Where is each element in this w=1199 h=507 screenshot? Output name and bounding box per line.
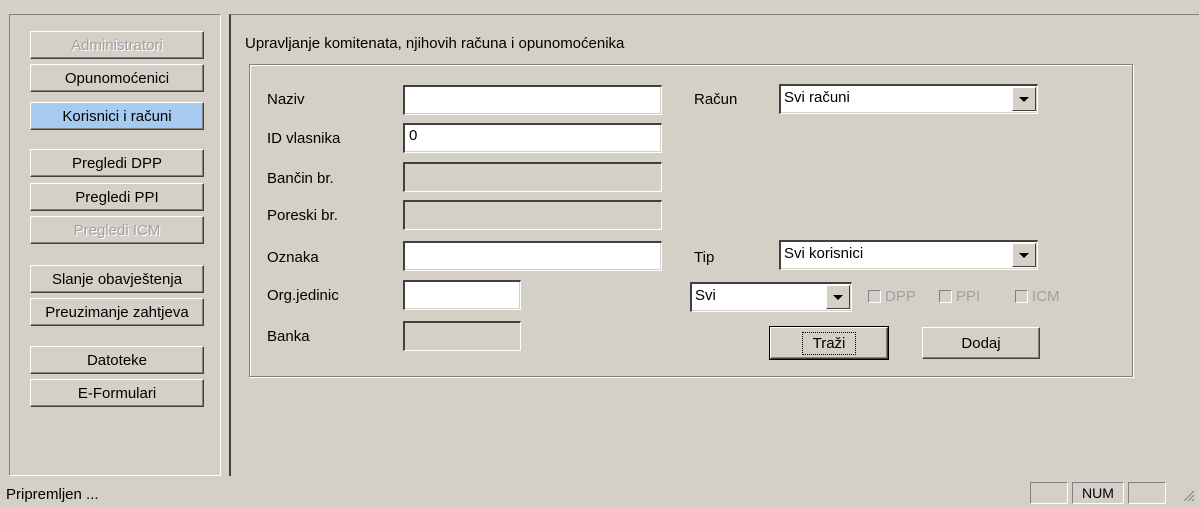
nav-button-pregledi-icm: Pregledi ICM xyxy=(30,216,204,244)
nav-button-opunomocenici[interactable]: Opunomoćenici xyxy=(30,64,204,92)
filter-select-value: Svi xyxy=(695,287,716,304)
racun-label: Račun xyxy=(694,91,738,108)
oznaka-input[interactable] xyxy=(403,241,662,271)
nav-button-administratori: Administratori xyxy=(30,31,204,59)
icm-checkbox-label: ICM xyxy=(1032,288,1060,305)
status-pane-caps xyxy=(1030,482,1068,504)
chevron-down-icon[interactable] xyxy=(1012,87,1036,111)
dpp-checkbox: DPP xyxy=(868,288,916,305)
search-form-group: Naziv ID vlasnika Bančin br. Poreski br.… xyxy=(249,64,1133,377)
bancin-br-label: Bančin br. xyxy=(267,170,334,187)
nav-button-korisnici-i-racuni[interactable]: Korisnici i računi xyxy=(30,102,204,130)
dpp-checkbox-label: DPP xyxy=(885,288,916,305)
naziv-input[interactable] xyxy=(403,85,662,115)
oznaka-label: Oznaka xyxy=(267,249,319,266)
add-button[interactable]: Dodaj xyxy=(922,327,1040,359)
status-pane-scroll xyxy=(1128,482,1166,504)
navigation-pane: Administratori Opunomoćenici Korisnici i… xyxy=(9,14,221,476)
nav-button-slanje-obavjestenja[interactable]: Slanje obavještenja xyxy=(30,265,204,293)
tip-select-value: Svi korisnici xyxy=(784,245,864,262)
resize-grip-icon[interactable] xyxy=(1183,490,1195,502)
id-vlasnika-label: ID vlasnika xyxy=(267,130,341,147)
poreski-br-label: Poreski br. xyxy=(267,207,338,224)
checkbox-icon xyxy=(939,290,952,303)
filter-select[interactable]: Svi xyxy=(690,282,852,312)
search-button[interactable]: Traži xyxy=(769,326,889,360)
nav-button-preuzimanje-zahtjeva[interactable]: Preuzimanje zahtjeva xyxy=(30,298,204,326)
checkbox-icon xyxy=(868,290,881,303)
nav-button-e-formulari[interactable]: E-Formulari xyxy=(30,379,204,407)
id-vlasnika-input[interactable]: 0 xyxy=(403,123,662,153)
tip-label: Tip xyxy=(694,249,715,266)
poreski-br-input xyxy=(403,200,662,230)
status-pane-num: NUM xyxy=(1072,482,1124,504)
nav-button-pregledi-ppi[interactable]: Pregledi PPI xyxy=(30,183,204,211)
naziv-label: Naziv xyxy=(267,91,305,108)
racun-select-value: Svi računi xyxy=(784,89,850,106)
checkbox-icon xyxy=(1015,290,1028,303)
status-bar: Pripremljen ... NUM xyxy=(0,480,1199,507)
ppi-checkbox-label: PPI xyxy=(956,288,981,305)
pane-splitter[interactable] xyxy=(222,14,228,476)
page-title: Upravljanje komitenata, njihovih računa … xyxy=(245,35,625,52)
main-pane: Upravljanje komitenata, njihovih računa … xyxy=(229,14,1199,476)
search-button-label: Traži xyxy=(801,331,857,355)
nav-button-datoteke[interactable]: Datoteke xyxy=(30,346,204,374)
racun-select[interactable]: Svi računi xyxy=(779,84,1038,114)
bancin-br-input xyxy=(403,162,662,192)
banka-input xyxy=(403,321,521,351)
add-button-label: Dodaj xyxy=(961,334,1001,352)
chevron-down-icon[interactable] xyxy=(1012,243,1036,267)
nav-button-pregledi-dpp[interactable]: Pregledi DPP xyxy=(30,149,204,177)
org-jedinic-label: Org.jedinic xyxy=(267,287,339,304)
tip-select[interactable]: Svi korisnici xyxy=(779,240,1038,270)
ppi-checkbox: PPI xyxy=(939,288,980,305)
icm-checkbox: ICM xyxy=(1015,288,1060,305)
org-jedinic-input[interactable] xyxy=(403,280,521,310)
banka-label: Banka xyxy=(267,328,310,345)
status-text: Pripremljen ... xyxy=(6,486,99,503)
chevron-down-icon[interactable] xyxy=(826,285,850,309)
